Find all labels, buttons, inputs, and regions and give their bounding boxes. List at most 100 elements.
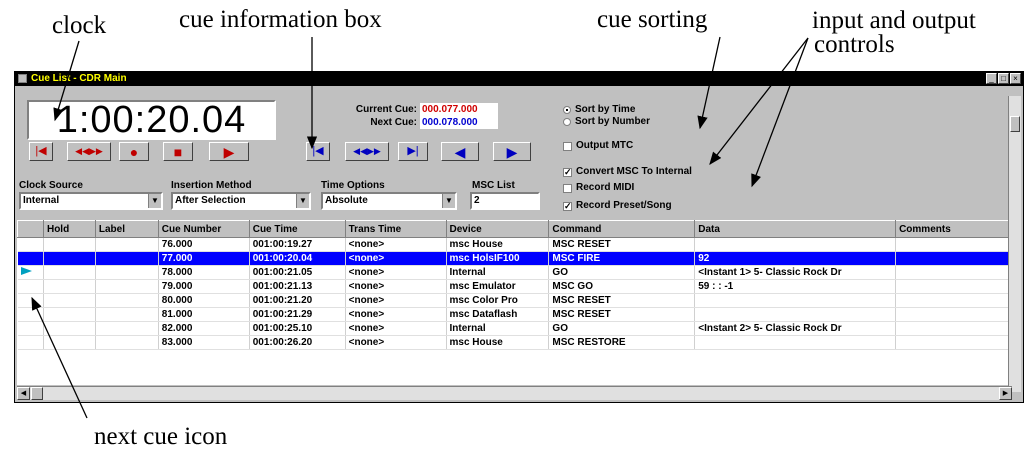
- table-cell[interactable]: [43, 265, 96, 280]
- close-icon[interactable]: ×: [1010, 73, 1021, 84]
- chevron-down-icon[interactable]: ▼: [148, 194, 161, 208]
- table-cell[interactable]: <Instant 2> 5- Classic Rock Dr: [694, 321, 897, 336]
- column-header-trans-time[interactable]: Trans Time: [344, 220, 447, 238]
- table-cell[interactable]: 001:00:26.20: [249, 335, 346, 350]
- table-cell[interactable]: <none>: [345, 335, 447, 350]
- row-indicator-cell[interactable]: [17, 279, 44, 294]
- column-header[interactable]: [17, 220, 44, 238]
- table-cell[interactable]: [895, 321, 1012, 336]
- table-cell[interactable]: [694, 237, 897, 252]
- column-header-hold[interactable]: Hold: [42, 220, 96, 238]
- table-cell[interactable]: 92: [694, 251, 897, 266]
- table-cell[interactable]: [43, 237, 96, 252]
- title-bar[interactable]: Cue List - CDR Main _ □ ×: [15, 72, 1023, 86]
- record-preset-option[interactable]: ✓ Record Preset/Song: [563, 200, 672, 212]
- column-header-comments[interactable]: Comments: [895, 220, 1012, 238]
- table-cell[interactable]: MSC RESET: [548, 293, 696, 308]
- window-menu-icon[interactable]: [18, 74, 27, 83]
- table-cell[interactable]: 80.000: [158, 293, 250, 308]
- table-cell[interactable]: [694, 335, 897, 350]
- table-cell[interactable]: [43, 279, 96, 294]
- table-cell[interactable]: <Instant 1> 5- Classic Rock Dr: [694, 265, 897, 280]
- column-header-cue-number[interactable]: Cue Number: [157, 220, 250, 238]
- table-cell[interactable]: 78.000: [158, 265, 250, 280]
- row-indicator-cell[interactable]: [17, 251, 44, 266]
- table-cell[interactable]: [895, 279, 1012, 294]
- table-cell[interactable]: [895, 251, 1012, 266]
- record-button[interactable]: ●: [119, 142, 149, 161]
- table-cell[interactable]: <none>: [345, 237, 447, 252]
- table-cell[interactable]: [95, 251, 159, 266]
- convert-msc-option[interactable]: ✓ Convert MSC To Internal: [563, 166, 692, 178]
- table-row[interactable]: 76.000 001:00:19.27 <none> msc House MSC RES…: [17, 237, 1012, 252]
- table-row[interactable]: 82.000 001:00:25.10 <none> Internal GO <Insta…: [17, 321, 1012, 336]
- table-cell[interactable]: [895, 293, 1012, 308]
- column-header-command[interactable]: Command: [548, 220, 696, 238]
- clock-source-select[interactable]: Internal ▼: [19, 192, 163, 210]
- table-cell[interactable]: [43, 293, 96, 308]
- table-cell[interactable]: MSC RESTORE: [548, 335, 696, 350]
- table-cell[interactable]: msc Dataflash: [446, 307, 550, 322]
- first-cue-button[interactable]: |◀: [306, 142, 330, 161]
- table-cell[interactable]: MSC GO: [548, 279, 696, 294]
- table-row[interactable]: 80.000 001:00:21.20 <none> msc Color Pro MSC…: [17, 293, 1012, 308]
- msc-list-input[interactable]: 2: [470, 192, 540, 210]
- scroll-right-icon[interactable]: ▶: [999, 387, 1012, 400]
- column-header-device[interactable]: Device: [445, 220, 550, 238]
- table-cell[interactable]: [694, 293, 897, 308]
- table-cell[interactable]: 001:00:21.05: [249, 265, 346, 280]
- table-cell[interactable]: 81.000: [158, 307, 250, 322]
- time-options-select[interactable]: Absolute ▼: [321, 192, 457, 210]
- scroll-thumb[interactable]: [1010, 116, 1020, 132]
- table-cell[interactable]: 77.000: [158, 251, 250, 266]
- cue-table-container[interactable]: Hold Label Cue Number Cue Time Trans Tim…: [17, 220, 1012, 385]
- table-cell[interactable]: [95, 279, 159, 294]
- table-row[interactable]: 77.000 001:00:20.04 <none> msc HolsIF100 MSC…: [17, 251, 1012, 266]
- row-indicator-cell[interactable]: [17, 293, 44, 308]
- record-preset-checkbox[interactable]: ✓: [563, 201, 572, 211]
- column-header-label[interactable]: Label: [94, 220, 159, 238]
- table-cell[interactable]: GO: [548, 321, 696, 336]
- previous-cue-button[interactable]: ◀: [441, 142, 479, 161]
- table-cell[interactable]: MSC RESET: [548, 237, 696, 252]
- table-cell[interactable]: [895, 335, 1012, 350]
- table-cell[interactable]: [95, 335, 159, 350]
- table-cell[interactable]: MSC RESET: [548, 307, 696, 322]
- column-header-cue-time[interactable]: Cue Time: [248, 220, 346, 238]
- row-indicator-cell[interactable]: [17, 307, 44, 322]
- table-cell[interactable]: 001:00:21.29: [249, 307, 346, 322]
- table-row[interactable]: 78.000 001:00:21.05 <none> Internal GO <Insta…: [17, 265, 1012, 280]
- last-cue-button[interactable]: ▶|: [398, 142, 428, 161]
- table-cell[interactable]: [95, 237, 159, 252]
- table-row[interactable]: 81.000 001:00:21.29 <none> msc Dataflash MSC…: [17, 307, 1012, 322]
- skip-to-start-button[interactable]: |◀: [29, 142, 53, 161]
- table-cell[interactable]: 001:00:19.27: [249, 237, 346, 252]
- horizontal-scrollbar[interactable]: ◀ ▶: [17, 386, 1012, 400]
- table-cell[interactable]: <none>: [345, 265, 447, 280]
- sort-by-number-option[interactable]: Sort by Number: [563, 116, 650, 128]
- table-cell[interactable]: [895, 237, 1012, 252]
- table-cell[interactable]: [694, 307, 897, 322]
- column-header-data[interactable]: Data: [694, 220, 897, 238]
- table-cell[interactable]: [43, 335, 96, 350]
- output-mtc-checkbox[interactable]: [563, 141, 572, 151]
- table-cell[interactable]: 59 : : -1: [694, 279, 897, 294]
- row-indicator-cell[interactable]: [17, 335, 44, 350]
- play-button[interactable]: ▶: [209, 142, 249, 161]
- table-cell[interactable]: 001:00:21.13: [249, 279, 346, 294]
- table-cell[interactable]: [43, 321, 96, 336]
- table-cell[interactable]: 001:00:21.20: [249, 293, 346, 308]
- vertical-scrollbar[interactable]: [1008, 96, 1021, 392]
- table-cell[interactable]: 82.000: [158, 321, 250, 336]
- table-cell[interactable]: msc HolsIF100: [446, 251, 550, 266]
- row-indicator-cell[interactable]: [17, 237, 44, 252]
- sort-by-number-radio[interactable]: [563, 118, 571, 126]
- table-cell[interactable]: [895, 265, 1012, 280]
- table-cell[interactable]: Internal: [446, 321, 550, 336]
- table-cell[interactable]: MSC FIRE: [548, 251, 696, 266]
- insertion-method-select[interactable]: After Selection ▼: [171, 192, 311, 210]
- table-cell[interactable]: [43, 251, 96, 266]
- table-cell[interactable]: 83.000: [158, 335, 250, 350]
- record-midi-checkbox[interactable]: [563, 183, 572, 193]
- table-cell[interactable]: <none>: [345, 321, 447, 336]
